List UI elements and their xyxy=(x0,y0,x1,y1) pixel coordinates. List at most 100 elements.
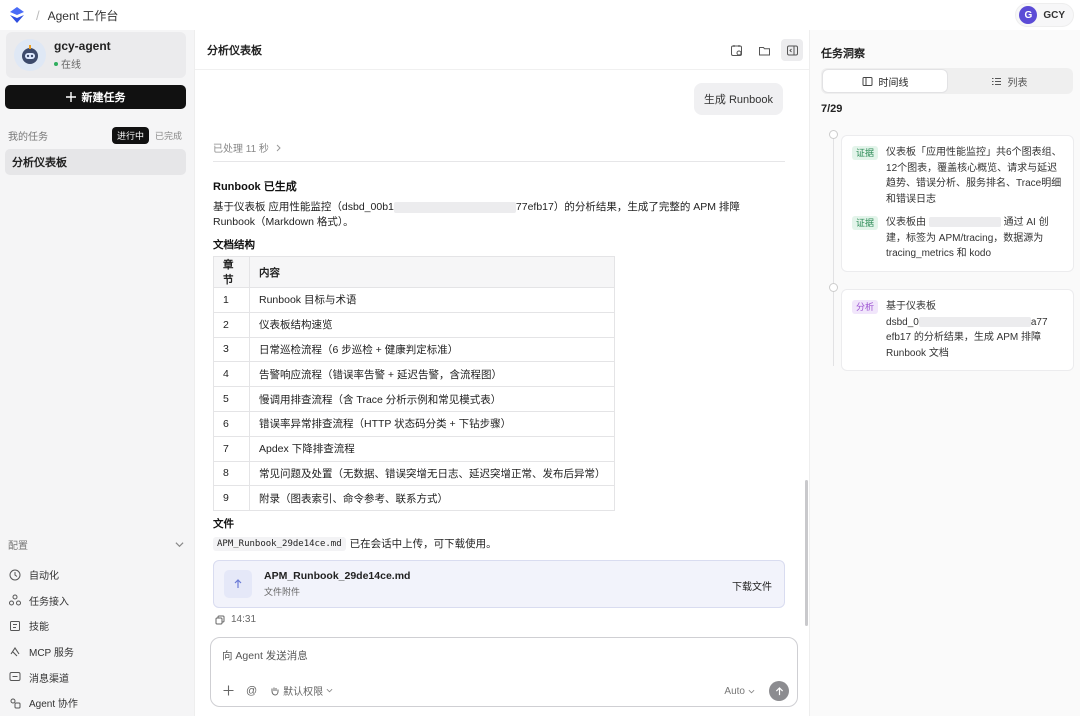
tab-timeline-label: 时间线 xyxy=(878,77,909,89)
table-cell: 告警响应流程（错误率告警 + 延迟告警，含流程图） xyxy=(249,361,615,388)
response-heading: Runbook 已生成 xyxy=(213,181,297,193)
upload-file-icon xyxy=(224,570,252,598)
folder-icon[interactable] xyxy=(753,39,775,61)
desc-line-2: Runbook（Markdown 格式）。 xyxy=(213,216,354,228)
tab-list-label: 列表 xyxy=(1007,77,1028,89)
config-nav: 自动化 任务接入 技能 MCP 服务 消息渠道 Agent 协作 xyxy=(9,562,185,716)
table-cell: 3 xyxy=(213,336,250,363)
task-filter: 进行中 已完成 xyxy=(111,127,186,144)
new-task-label: 新建任务 xyxy=(81,92,126,104)
robot-icon xyxy=(22,45,38,64)
my-tasks-label: 我的任务 xyxy=(8,132,48,143)
table-cell: 1 xyxy=(213,287,250,313)
insight-entry: 分析 基于仪表板 dsbd_0 a77 efb17 的分析结果，生成 APM 排障 R… xyxy=(852,299,1063,361)
nav-label: 消息渠道 xyxy=(29,673,69,685)
table-cell: 4 xyxy=(213,361,250,388)
config-section-header[interactable]: 配置 xyxy=(8,537,184,552)
file-name: APM_Runbook_29de14ce.md xyxy=(264,570,411,582)
file-attachment-card[interactable]: APM_Runbook_29de14ce.md 文件附件 下载文件 xyxy=(213,560,785,608)
send-button[interactable] xyxy=(769,681,789,701)
scrollbar[interactable] xyxy=(805,480,808,626)
table-cell: 仪表板结构速览 xyxy=(249,311,615,338)
insight-card: 分析 基于仪表板 dsbd_0 a77 efb17 的分析结果，生成 APM 排障 R… xyxy=(841,289,1074,371)
chevron-down-icon xyxy=(748,689,755,693)
table-cell: 常见问题及处置（无数据、错误突增无日志、延迟突增正常、发布后异常） xyxy=(249,460,615,487)
nav-item-automation[interactable]: 自动化 xyxy=(9,562,185,588)
new-task-button[interactable]: 新建任务 xyxy=(5,85,186,109)
avatar: G xyxy=(1019,6,1038,24)
agent-card[interactable]: gcy-agent 在线 xyxy=(6,32,186,78)
table-cell: Apdex 下降排查流程 xyxy=(249,435,615,462)
table-cell: 9 xyxy=(213,485,250,512)
nav-item-task-intake[interactable]: 任务接入 xyxy=(9,588,185,614)
table-row: 9 附录（图表索引、命令参考、联系方式） xyxy=(213,485,615,512)
plus-icon xyxy=(65,92,76,102)
breadcrumb[interactable]: Agent 工作台 xyxy=(48,7,119,24)
clock-icon xyxy=(9,569,21,581)
header-actions xyxy=(725,39,803,61)
table-row: 6 错误率异常排查流程（HTTP 状态码分类 + 下钻步骤） xyxy=(213,410,615,437)
user-menu[interactable]: G GCY xyxy=(1015,3,1074,27)
table-cell: 附录（图表索引、命令参考、联系方式） xyxy=(249,485,615,512)
download-button[interactable]: 下载文件 xyxy=(732,578,772,593)
table-cell: 8 xyxy=(213,460,250,487)
chevron-right-icon xyxy=(276,144,281,151)
webhook-icon xyxy=(9,594,21,606)
user-name: GCY xyxy=(1043,9,1065,21)
timeline-dot xyxy=(829,283,838,292)
table-cell: 错误率异常排查流程（HTTP 状态码分类 + 下钻步骤） xyxy=(249,410,615,437)
table-header: 内容 xyxy=(249,256,615,288)
filter-in-progress[interactable]: 进行中 xyxy=(111,127,149,144)
app-logo-icon[interactable] xyxy=(8,6,26,24)
insight-text-part: 基于仪表板 xyxy=(886,301,937,312)
nav-item-skills[interactable]: 技能 xyxy=(9,613,185,639)
file-heading: 文件 xyxy=(213,518,234,530)
permission-selector[interactable]: 默认权限 xyxy=(269,683,333,698)
toggle-panel-icon[interactable] xyxy=(781,39,803,61)
agent-name: gcy-agent xyxy=(54,39,111,53)
table-cell: 6 xyxy=(213,410,250,437)
plus-icon[interactable] xyxy=(223,685,234,696)
response-description: 基于仪表板 应用性能监控（dsbd_00b1 77efb17）的分析结果，生成了完… xyxy=(213,200,785,230)
online-dot-icon xyxy=(54,61,58,66)
insight-entry: 证据 仪表板由 通过 AI 创建，标签为 APM/tracing，数据源为 tr… xyxy=(852,215,1063,262)
nav-item-mcp[interactable]: MCP 服务 xyxy=(9,639,185,665)
permission-label: 默认权限 xyxy=(283,687,324,698)
mention-icon[interactable]: @ xyxy=(246,685,257,697)
nav-label: 任务接入 xyxy=(29,596,69,608)
filter-completed[interactable]: 已完成 xyxy=(151,127,186,144)
timeline-icon xyxy=(862,76,872,86)
nav-item-message-channel[interactable]: 消息渠道 xyxy=(9,664,185,690)
nav-label: 技能 xyxy=(29,622,49,634)
processed-status[interactable]: 已处理 11 秒 xyxy=(213,140,282,155)
message-composer[interactable]: 向 Agent 发送消息 @ 默认权限 Auto xyxy=(210,637,798,707)
insight-entry: 证据 仪表板「应用性能监控」共6个图表组、12个图表，覆盖核心概览、请求与延迟趋… xyxy=(852,145,1063,207)
copy-icon[interactable] xyxy=(215,615,225,625)
message-input[interactable]: 向 Agent 发送消息 xyxy=(222,648,308,663)
insight-text-part: efb17 的分析结果，生成 APM 排障 Runbook 文档 xyxy=(886,332,1042,359)
schedule-icon[interactable] xyxy=(725,39,747,61)
timeline-dot xyxy=(829,130,838,139)
mcp-icon xyxy=(9,646,21,658)
model-selector[interactable]: Auto xyxy=(724,686,755,697)
view-toggle: 时间线 列表 xyxy=(821,68,1073,94)
insight-text: 仪表板「应用性能监控」共6个图表组、12个图表，覆盖核心概览、请求与延迟趋势、错… xyxy=(886,147,1062,205)
nav-label: 自动化 xyxy=(29,571,59,583)
tab-timeline[interactable]: 时间线 xyxy=(823,70,947,92)
assistant-response: Runbook 已生成 基于仪表板 应用性能监控（dsbd_00b1 77efb1… xyxy=(213,178,785,252)
table-row: 3 日常巡检流程（6 步巡检 + 健康判定标准） xyxy=(213,336,615,363)
table-cell: Runbook 目标与术语 xyxy=(249,287,615,313)
sidebar: gcy-agent 在线 新建任务 我的任务 进行中 已完成 分析仪表板 配置 … xyxy=(0,30,194,716)
nav-label: MCP 服务 xyxy=(29,648,74,660)
model-label: Auto xyxy=(724,685,745,697)
message-meta: 14:31 xyxy=(215,614,256,625)
chevron-down-icon xyxy=(326,688,333,693)
desc-part-2: 77efb17）的分析结果，生成了完整的 APM 排障 xyxy=(515,201,740,213)
tab-list[interactable]: 列表 xyxy=(947,70,1071,92)
nav-item-agent-collab[interactable]: Agent 协作 xyxy=(9,690,185,716)
user-message-bubble: 生成 Runbook xyxy=(693,83,783,115)
collab-icon xyxy=(9,697,21,709)
table-row: 7 Apdex 下降排查流程 xyxy=(213,435,615,462)
table-cell: 7 xyxy=(213,435,250,462)
task-item-selected[interactable]: 分析仪表板 xyxy=(5,149,186,175)
